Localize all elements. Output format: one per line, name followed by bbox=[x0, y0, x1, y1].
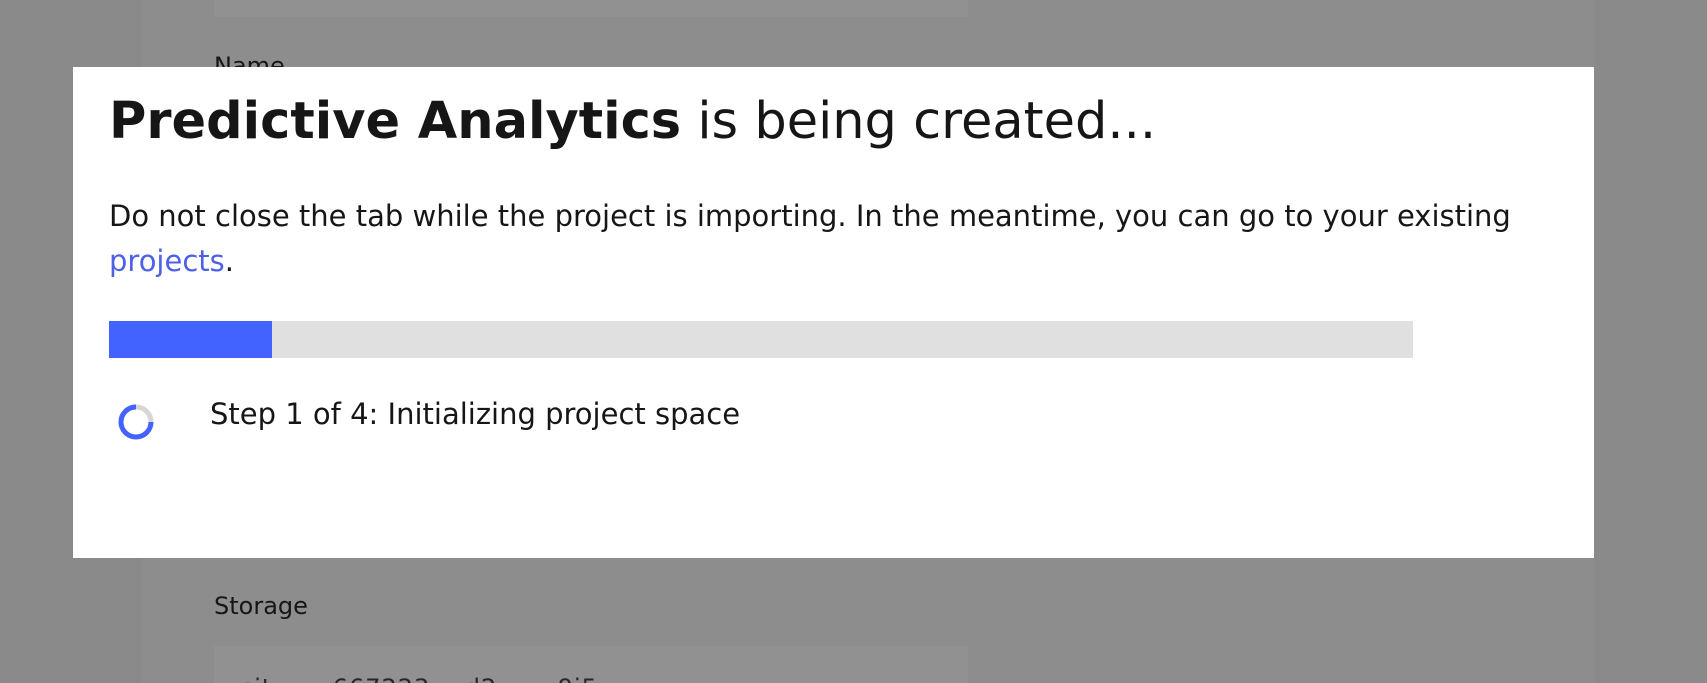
dialog-description: Do not close the tab while the project i… bbox=[109, 194, 1559, 284]
background-top-field bbox=[214, 0, 968, 17]
background-storage-field: cit... ...667223 ...d2... ...9i5 bbox=[214, 646, 968, 683]
background-storage-label: Storage bbox=[214, 592, 308, 620]
progress-bar bbox=[109, 321, 1413, 358]
project-name-title: Predictive Analytics bbox=[109, 92, 682, 151]
projects-link[interactable]: projects bbox=[109, 244, 225, 278]
progress-bar-fill bbox=[109, 321, 272, 358]
progress-step-label: Step 1 of 4: Initializing project space bbox=[210, 397, 741, 431]
description-period: . bbox=[224, 244, 234, 278]
dialog-title: Predictive Analytics is being created... bbox=[109, 91, 1156, 152]
title-status-text: is being created... bbox=[681, 92, 1157, 151]
project-creation-dialog: Predictive Analytics is being created...… bbox=[73, 67, 1594, 558]
loading-spinner-icon bbox=[118, 404, 154, 440]
description-text: Do not close the tab while the project i… bbox=[109, 199, 1511, 233]
page: Name Storage cit... ...667223 ...d2... .… bbox=[0, 0, 1707, 683]
